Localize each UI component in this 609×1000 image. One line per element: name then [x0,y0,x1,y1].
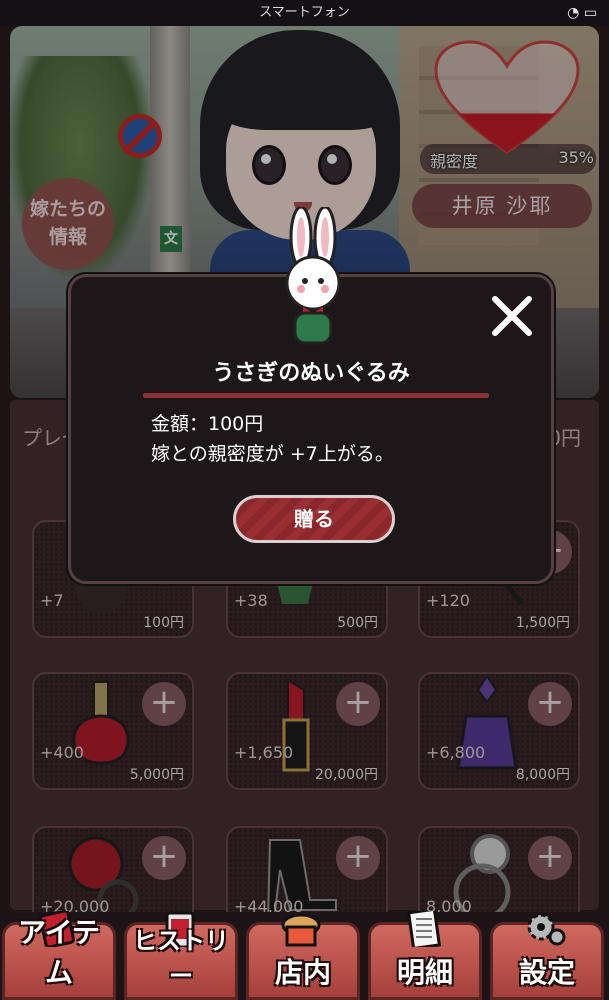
item-slot[interactable]: + +400 5,000円 [32,672,194,790]
tab-settings-label: 設定 [518,956,575,989]
dialog-item-title: うさぎのぬいぐるみ [212,361,410,386]
street-sign-icon: 文 [160,226,182,252]
item-affinity: +38 [234,591,268,610]
character-left-eye [252,145,286,185]
tab-shop-label: 店内 [274,956,331,989]
add-item-button[interactable]: + [528,682,572,726]
game-screen: スマートフォン ◔ ▭ 文 親密度 35% 井原 沙耶 嫁たちの 情報 +7 1… [0,0,609,1000]
no-parking-sign-icon [118,114,162,158]
dialog-divider [143,393,489,398]
dialog-effect-text: 嫁との親密度が +7上がる。 [151,443,394,465]
wifi-battery-icon: ◔ ▭ [567,5,597,21]
item-price: 500円 [337,615,378,631]
item-affinity: +120 [426,591,470,610]
item-slot[interactable]: + +1,650 20,000円 [226,672,388,790]
status-title: スマートフォン [259,5,350,20]
affection-label: 親密度 [430,152,479,171]
affection-value: 35% [558,148,594,167]
item-affinity: +6,800 [426,743,486,762]
heroine-name-plate: 井原 沙耶 [412,184,592,228]
character-bangs [216,60,386,130]
tab-history-label: ヒストリー [133,927,229,990]
affection-meter: 親密度 35% [420,40,600,180]
add-item-button[interactable]: + [142,836,186,880]
close-icon[interactable] [489,293,535,339]
tab-settings[interactable]: 設定 [490,913,604,1000]
receipt-icon [406,911,442,947]
bottom-tab-bar: アイテム ヒストリー 店内 明細 設定 [0,911,609,1000]
item-price: 8,000円 [515,767,570,783]
status-bar: スマートフォン ◔ ▭ [0,0,609,26]
info-button-line1: 嫁たちの [29,198,106,220]
tab-shop[interactable]: 店内 [246,913,360,1000]
gift-button[interactable]: 贈る [233,495,395,543]
item-slot[interactable]: + +6,800 8,000円 [418,672,580,790]
tab-history[interactable]: ヒストリー [124,911,238,1000]
info-button-line2: 情報 [48,226,87,248]
tab-receipt[interactable]: 明細 [368,911,482,1000]
item-price: 20,000円 [315,767,378,783]
item-price: 5,000円 [129,767,184,783]
tab-item-label: アイテム [17,916,101,989]
item-affinity: +7 [40,591,64,610]
item-price: 100円 [143,615,184,631]
add-item-button[interactable]: + [142,682,186,726]
dialog-price-text: 金額：100円 [151,413,264,435]
character-right-eye [318,145,352,185]
heroine-info-button[interactable]: 嫁たちの 情報 [22,178,114,270]
tab-item[interactable]: アイテム [2,911,116,1000]
item-price: 1,500円 [515,615,570,631]
gift-dialog: うさぎのぬいぐるみ 金額：100円 嫁との親密度が +7上がる。 贈る [68,207,554,584]
item-affinity: +400 [40,743,84,762]
add-item-button[interactable]: + [528,836,572,880]
shop-icon [281,913,321,947]
add-item-button[interactable]: + [336,836,380,880]
bunny-plush-icon [285,207,341,345]
add-item-button[interactable]: + [336,682,380,726]
gear-icon [527,913,566,946]
heart-icon [434,40,580,154]
item-affinity: +1,650 [234,743,294,762]
tab-receipt-label: 明細 [396,956,453,989]
